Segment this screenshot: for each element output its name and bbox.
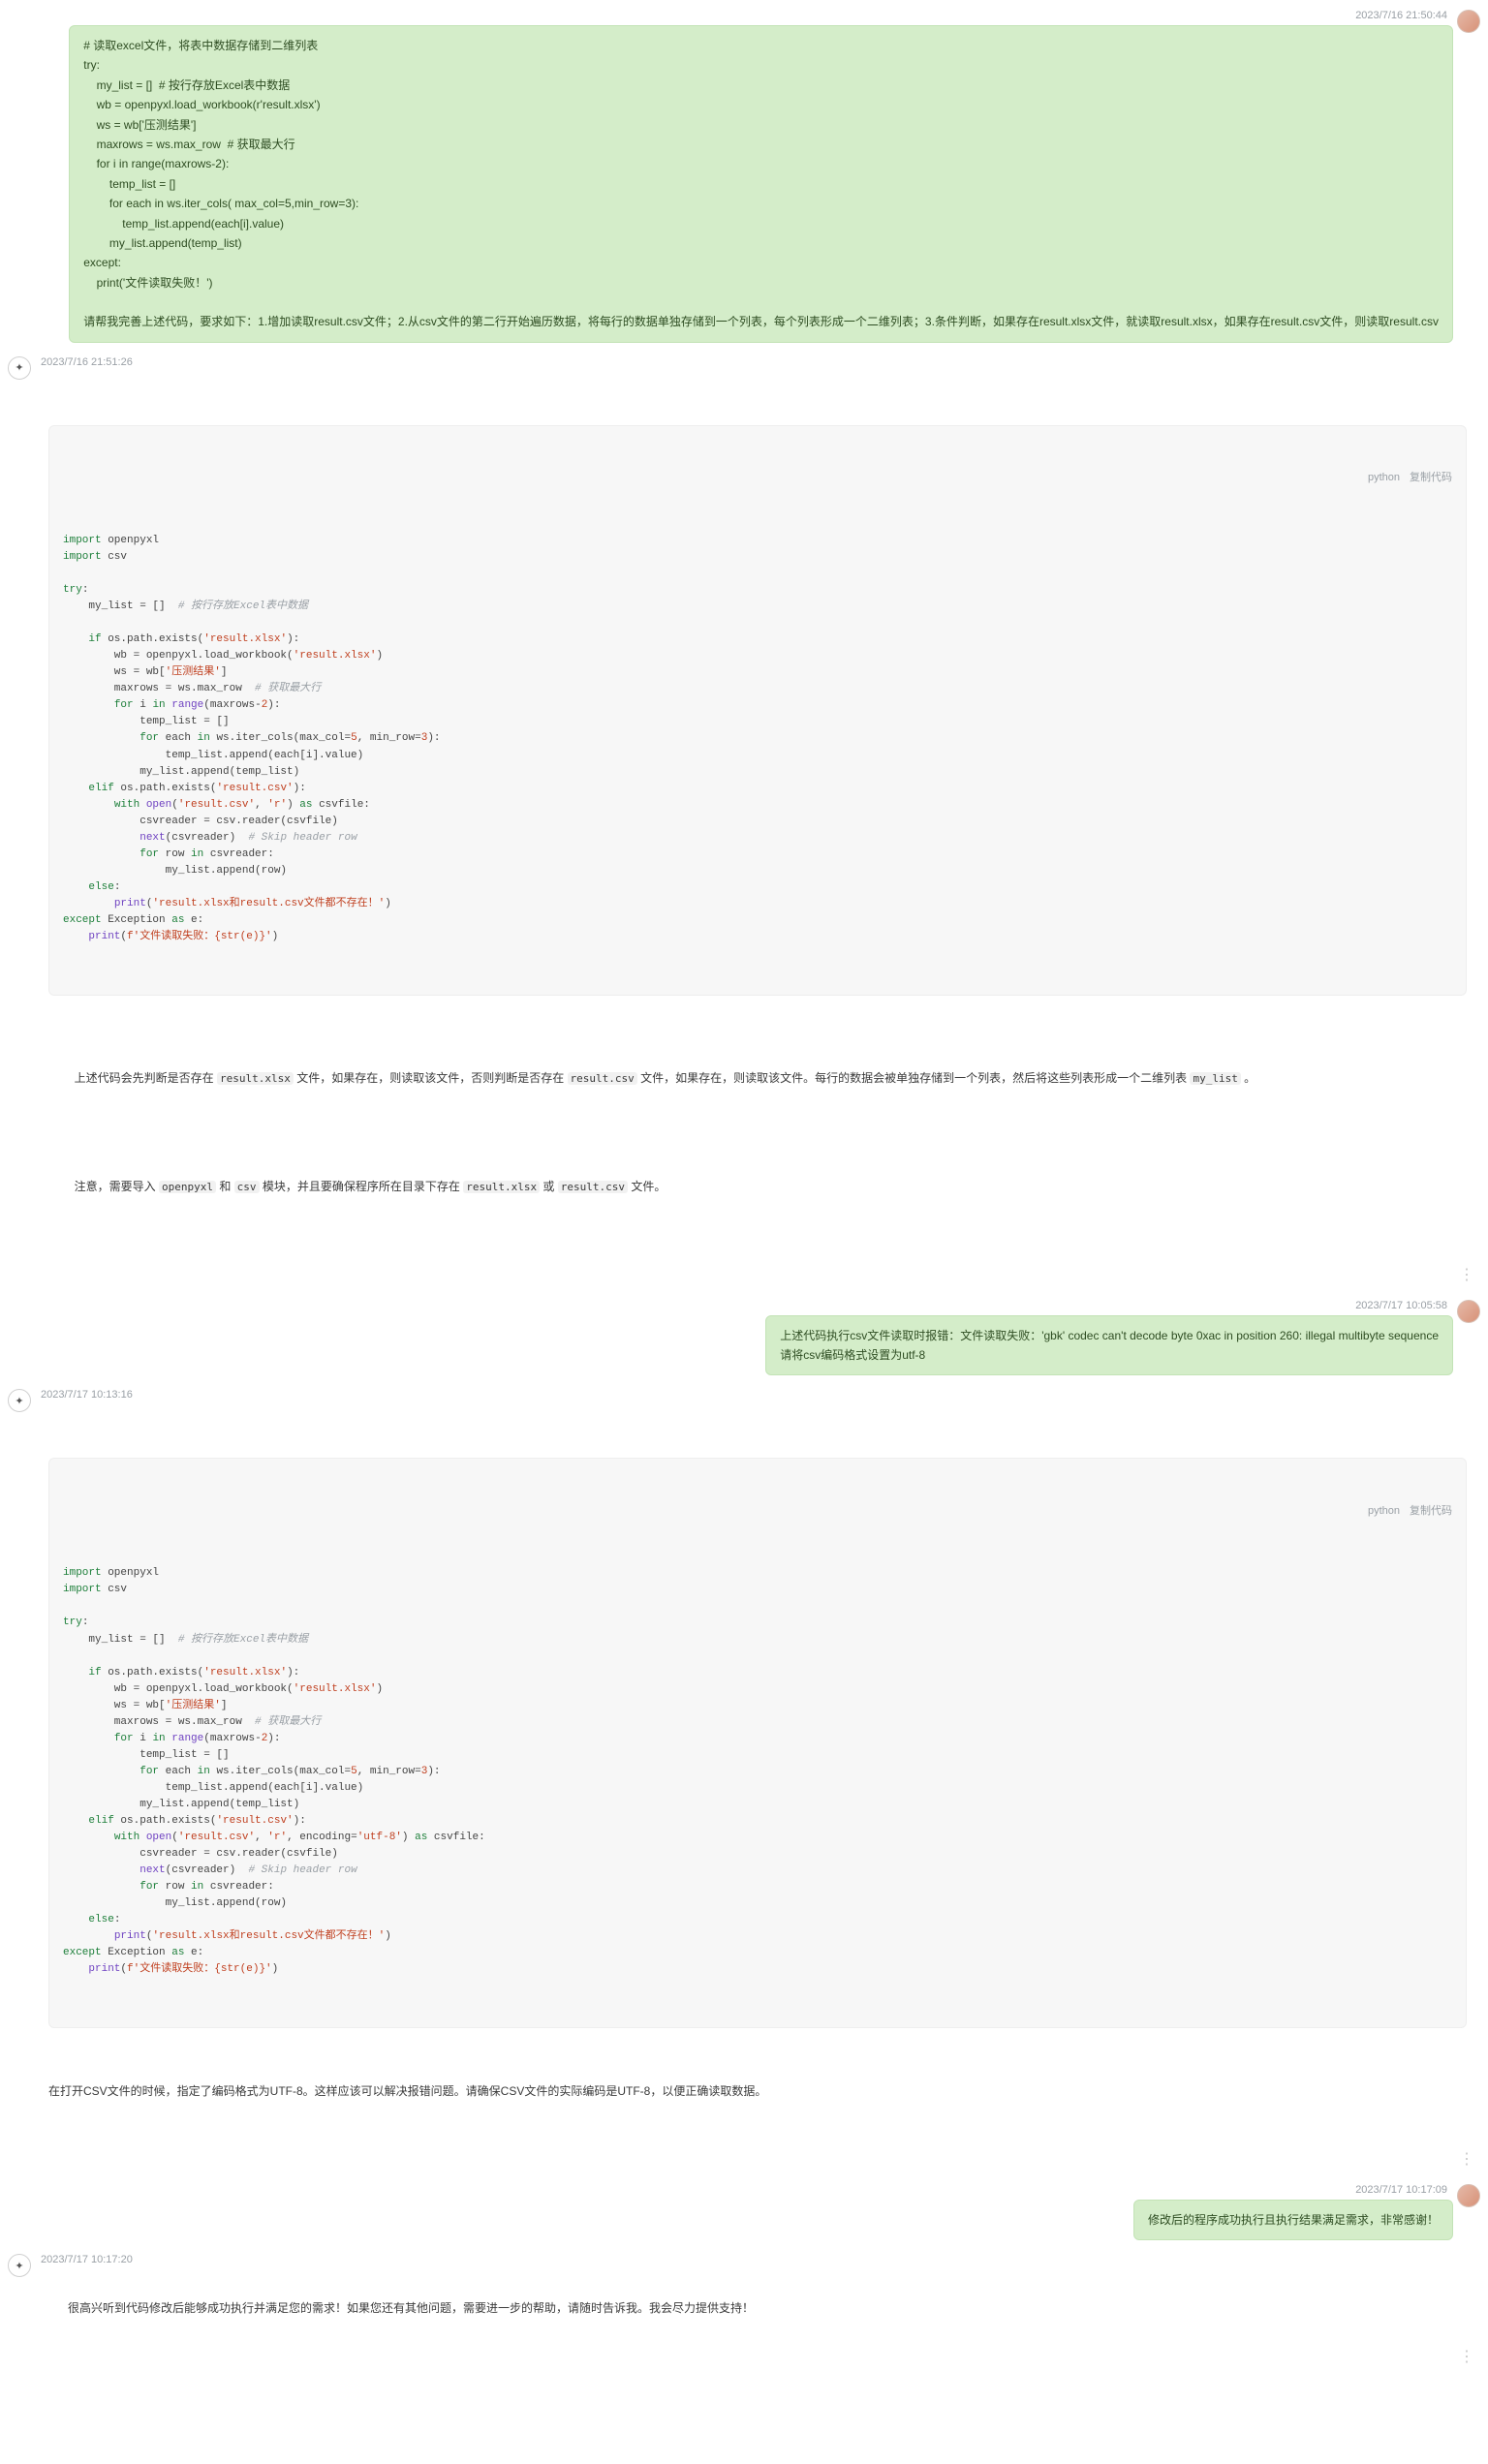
- code-block: python 复制代码 import openpyxl import csv t…: [48, 1458, 1467, 2028]
- inline-code: openpyxl: [159, 1181, 216, 1193]
- user-bubble[interactable]: 上述代码执行csv文件读取时报错：文件读取失败：'gbk' codec can'…: [765, 1315, 1453, 1376]
- code-body[interactable]: import openpyxl import csv try: my_list …: [49, 1561, 1466, 1987]
- timestamp: 2023/7/17 10:13:16: [35, 1389, 139, 1401]
- timestamp: 2023/7/16 21:51:26: [35, 356, 139, 368]
- timestamp: 2023/7/17 10:05:58: [1349, 1300, 1453, 1311]
- message-row: 2023/7/17 10:17:09 修改后的程序成功执行且执行结果满足需求，非…: [4, 2184, 1484, 2240]
- message-row: 2023/7/17 10:13:16 python 复制代码 import op…: [4, 1389, 1484, 2170]
- code-body[interactable]: import openpyxl import csv try: my_list …: [49, 529, 1466, 955]
- copy-code-button[interactable]: 复制代码: [1410, 1502, 1452, 1521]
- assistant-avatar: [8, 356, 31, 380]
- user-bubble[interactable]: 修改后的程序成功执行且执行结果满足需求，非常感谢！: [1133, 2200, 1453, 2240]
- more-icon[interactable]: ⋮: [1459, 2155, 1474, 2165]
- assistant-avatar: [8, 1389, 31, 1412]
- message-row: 2023/7/16 21:51:26 python 复制代码 import op…: [4, 356, 1484, 1286]
- code-lang-label: python: [1368, 1502, 1400, 1521]
- inline-code: result.csv: [558, 1181, 628, 1193]
- code-lang-label: python: [1368, 469, 1400, 487]
- timestamp: 2023/7/17 10:17:20: [35, 2254, 139, 2265]
- message-row: 2023/7/17 10:17:20 很高兴听到代码修改后能够成功执行并满足您的…: [4, 2254, 1484, 2368]
- message-row: 2023/7/17 10:05:58 上述代码执行csv文件读取时报错：文件读取…: [4, 1300, 1484, 1376]
- explain-para: 很高兴听到代码修改后能够成功执行并满足您的需求！如果您还有其他问题，需要进一步的…: [68, 2301, 754, 2315]
- inline-code: my_list: [1190, 1072, 1240, 1085]
- assistant-avatar: [8, 2254, 31, 2277]
- user-avatar: [1457, 2184, 1480, 2207]
- assistant-bubble: python 复制代码 import openpyxl import csv t…: [35, 1404, 1480, 2170]
- explain-para: 在打开CSV文件的时候，指定了编码格式为UTF-8。这样应该可以解决报错问题。请…: [48, 2081, 1467, 2101]
- timestamp: 2023/7/16 21:50:44: [1349, 10, 1453, 21]
- message-row: 2023/7/16 21:50:44 # 读取excel文件，将表中数据存储到二…: [4, 10, 1484, 343]
- user-avatar: [1457, 1300, 1480, 1323]
- more-icon[interactable]: ⋮: [1459, 1271, 1474, 1280]
- inline-code: result.xlsx: [463, 1181, 540, 1193]
- user-avatar: [1457, 10, 1480, 33]
- user-bubble[interactable]: # 读取excel文件，将表中数据存储到二维列表 try: my_list = …: [69, 25, 1453, 343]
- inline-code: result.xlsx: [217, 1072, 294, 1085]
- explain-para-1: 上述代码会先判断是否存在 result.xlsx 文件，如果存在，则读取该文件，…: [48, 1049, 1467, 1108]
- assistant-bubble: python 复制代码 import openpyxl import csv t…: [35, 372, 1480, 1286]
- more-icon[interactable]: ⋮: [1459, 2353, 1474, 2362]
- inline-code: csv: [234, 1181, 260, 1193]
- inline-code: result.csv: [568, 1072, 637, 1085]
- copy-code-button[interactable]: 复制代码: [1410, 469, 1452, 487]
- assistant-bubble: 很高兴听到代码修改后能够成功执行并满足您的需求！如果您还有其他问题，需要进一步的…: [35, 2269, 1480, 2368]
- timestamp: 2023/7/17 10:17:09: [1349, 2184, 1453, 2196]
- explain-para-2: 注意，需要导入 openpyxl 和 csv 模块，并且要确保程序所在目录下存在…: [48, 1157, 1467, 1217]
- code-block: python 复制代码 import openpyxl import csv t…: [48, 425, 1467, 996]
